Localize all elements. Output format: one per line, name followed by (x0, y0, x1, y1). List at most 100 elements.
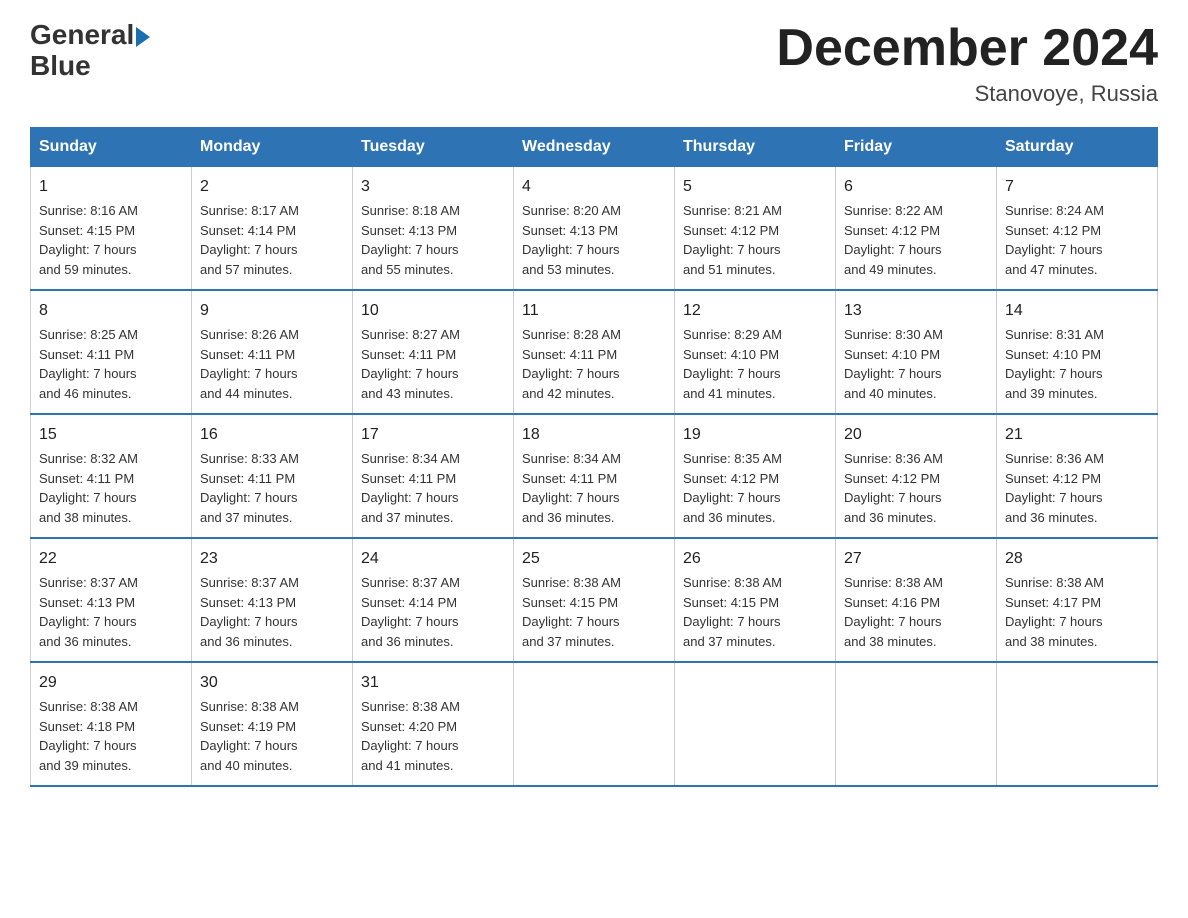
day-number: 31 (361, 671, 505, 695)
table-row: 5Sunrise: 8:21 AMSunset: 4:12 PMDaylight… (675, 167, 836, 291)
day-number: 21 (1005, 423, 1149, 447)
day-info-line: Daylight: 7 hours (200, 612, 344, 632)
col-friday: Friday (836, 128, 997, 167)
day-info-line: Daylight: 7 hours (361, 364, 505, 384)
table-row: 1Sunrise: 8:16 AMSunset: 4:15 PMDaylight… (31, 167, 192, 291)
table-row: 31Sunrise: 8:38 AMSunset: 4:20 PMDayligh… (353, 662, 514, 786)
day-info-line: Sunrise: 8:16 AM (39, 201, 183, 221)
day-number: 22 (39, 547, 183, 571)
day-number: 20 (844, 423, 988, 447)
calendar-week-row: 8Sunrise: 8:25 AMSunset: 4:11 PMDaylight… (31, 290, 1158, 414)
day-info-line: Sunrise: 8:38 AM (683, 573, 827, 593)
day-info-line: Daylight: 7 hours (39, 736, 183, 756)
day-number: 11 (522, 299, 666, 323)
day-info-line: Sunset: 4:11 PM (39, 469, 183, 489)
day-info-line: Sunrise: 8:37 AM (200, 573, 344, 593)
day-info-line: Daylight: 7 hours (39, 240, 183, 260)
day-info-line: Daylight: 7 hours (361, 612, 505, 632)
table-row: 23Sunrise: 8:37 AMSunset: 4:13 PMDayligh… (192, 538, 353, 662)
col-wednesday: Wednesday (514, 128, 675, 167)
col-sunday: Sunday (31, 128, 192, 167)
day-info-line: and 38 minutes. (844, 632, 988, 652)
day-number: 3 (361, 175, 505, 199)
table-row: 15Sunrise: 8:32 AMSunset: 4:11 PMDayligh… (31, 414, 192, 538)
day-info-line: and 44 minutes. (200, 384, 344, 404)
day-number: 24 (361, 547, 505, 571)
table-row: 10Sunrise: 8:27 AMSunset: 4:11 PMDayligh… (353, 290, 514, 414)
day-info-line: Sunset: 4:15 PM (39, 221, 183, 241)
day-info-line: Daylight: 7 hours (361, 240, 505, 260)
day-info-line: and 36 minutes. (683, 508, 827, 528)
table-row: 13Sunrise: 8:30 AMSunset: 4:10 PMDayligh… (836, 290, 997, 414)
day-info-line: Daylight: 7 hours (844, 364, 988, 384)
table-row: 7Sunrise: 8:24 AMSunset: 4:12 PMDaylight… (997, 167, 1158, 291)
day-info-line: Sunrise: 8:37 AM (361, 573, 505, 593)
table-row (514, 662, 675, 786)
day-info-line: Sunset: 4:10 PM (683, 345, 827, 365)
day-info-line: Sunrise: 8:31 AM (1005, 325, 1149, 345)
day-info-line: Daylight: 7 hours (522, 240, 666, 260)
day-info-line: Daylight: 7 hours (683, 612, 827, 632)
day-number: 18 (522, 423, 666, 447)
day-info-line: Sunset: 4:11 PM (200, 469, 344, 489)
day-info-line: Sunrise: 8:29 AM (683, 325, 827, 345)
table-row: 28Sunrise: 8:38 AMSunset: 4:17 PMDayligh… (997, 538, 1158, 662)
day-info-line: Sunrise: 8:38 AM (844, 573, 988, 593)
calendar-subtitle: Stanovoye, Russia (776, 81, 1158, 107)
table-row: 21Sunrise: 8:36 AMSunset: 4:12 PMDayligh… (997, 414, 1158, 538)
table-row: 26Sunrise: 8:38 AMSunset: 4:15 PMDayligh… (675, 538, 836, 662)
table-row: 6Sunrise: 8:22 AMSunset: 4:12 PMDaylight… (836, 167, 997, 291)
day-info-line: Sunrise: 8:30 AM (844, 325, 988, 345)
day-info-line: Daylight: 7 hours (200, 488, 344, 508)
logo-blue: Blue (30, 51, 150, 82)
day-info-line: Daylight: 7 hours (1005, 488, 1149, 508)
day-number: 26 (683, 547, 827, 571)
day-info-line: Sunrise: 8:20 AM (522, 201, 666, 221)
table-row: 20Sunrise: 8:36 AMSunset: 4:12 PMDayligh… (836, 414, 997, 538)
day-info-line: Sunrise: 8:25 AM (39, 325, 183, 345)
day-info-line: Daylight: 7 hours (1005, 612, 1149, 632)
day-info-line: and 40 minutes. (200, 756, 344, 776)
day-info-line: Sunset: 4:12 PM (683, 469, 827, 489)
table-row: 2Sunrise: 8:17 AMSunset: 4:14 PMDaylight… (192, 167, 353, 291)
day-info-line: Sunset: 4:13 PM (361, 221, 505, 241)
day-info-line: Daylight: 7 hours (39, 612, 183, 632)
day-info-line: Sunset: 4:10 PM (1005, 345, 1149, 365)
day-info-line: and 59 minutes. (39, 260, 183, 280)
page-header: General Blue December 2024 Stanovoye, Ru… (30, 20, 1158, 107)
table-row: 30Sunrise: 8:38 AMSunset: 4:19 PMDayligh… (192, 662, 353, 786)
table-row: 25Sunrise: 8:38 AMSunset: 4:15 PMDayligh… (514, 538, 675, 662)
day-info-line: Sunrise: 8:34 AM (522, 449, 666, 469)
day-info-line: and 39 minutes. (39, 756, 183, 776)
day-number: 28 (1005, 547, 1149, 571)
day-info-line: Sunset: 4:20 PM (361, 717, 505, 737)
day-number: 19 (683, 423, 827, 447)
table-row: 18Sunrise: 8:34 AMSunset: 4:11 PMDayligh… (514, 414, 675, 538)
day-info-line: and 36 minutes. (844, 508, 988, 528)
day-info-line: and 36 minutes. (1005, 508, 1149, 528)
day-info-line: Sunrise: 8:33 AM (200, 449, 344, 469)
day-info-line: and 39 minutes. (1005, 384, 1149, 404)
day-info-line: Sunset: 4:11 PM (361, 469, 505, 489)
day-info-line: Sunrise: 8:18 AM (361, 201, 505, 221)
calendar-table: Sunday Monday Tuesday Wednesday Thursday… (30, 127, 1158, 787)
day-info-line: and 36 minutes. (361, 632, 505, 652)
day-info-line: and 41 minutes. (361, 756, 505, 776)
day-info-line: and 46 minutes. (39, 384, 183, 404)
day-info-line: Daylight: 7 hours (200, 364, 344, 384)
day-info-line: Sunset: 4:14 PM (200, 221, 344, 241)
day-info-line: Sunset: 4:15 PM (683, 593, 827, 613)
day-info-line: and 49 minutes. (844, 260, 988, 280)
table-row: 16Sunrise: 8:33 AMSunset: 4:11 PMDayligh… (192, 414, 353, 538)
col-saturday: Saturday (997, 128, 1158, 167)
day-number: 13 (844, 299, 988, 323)
day-info-line: Daylight: 7 hours (844, 612, 988, 632)
title-block: December 2024 Stanovoye, Russia (776, 20, 1158, 107)
day-info-line: Sunset: 4:11 PM (200, 345, 344, 365)
table-row: 27Sunrise: 8:38 AMSunset: 4:16 PMDayligh… (836, 538, 997, 662)
logo-arrow-icon (136, 27, 150, 47)
day-info-line: Sunrise: 8:34 AM (361, 449, 505, 469)
table-row: 17Sunrise: 8:34 AMSunset: 4:11 PMDayligh… (353, 414, 514, 538)
day-info-line: Sunrise: 8:27 AM (361, 325, 505, 345)
day-info-line: Sunset: 4:12 PM (1005, 221, 1149, 241)
